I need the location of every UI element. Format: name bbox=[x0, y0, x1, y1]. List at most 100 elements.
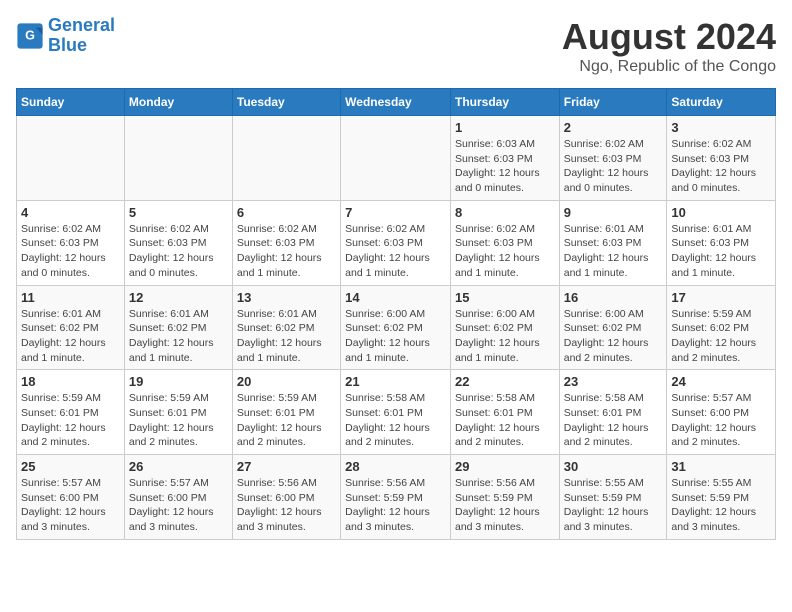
calendar-cell: 10 Sunrise: 6:01 AM Sunset: 6:03 PM Dayli… bbox=[667, 200, 776, 285]
col-header-saturday: Saturday bbox=[667, 89, 776, 116]
calendar-cell: 29 Sunrise: 5:56 AM Sunset: 5:59 PM Dayli… bbox=[450, 455, 559, 540]
day-number: 8 bbox=[455, 205, 555, 220]
day-info: Sunrise: 6:02 AM Sunset: 6:03 PM Dayligh… bbox=[237, 222, 336, 281]
calendar-cell bbox=[17, 116, 125, 201]
page-subtitle: Ngo, Republic of the Congo bbox=[562, 58, 776, 76]
day-number: 26 bbox=[129, 459, 228, 474]
logo-line1: General bbox=[48, 15, 115, 35]
day-info: Sunrise: 5:56 AM Sunset: 5:59 PM Dayligh… bbox=[345, 476, 446, 535]
day-number: 20 bbox=[237, 374, 336, 389]
day-number: 2 bbox=[564, 120, 663, 135]
day-info: Sunrise: 6:01 AM Sunset: 6:02 PM Dayligh… bbox=[237, 307, 336, 366]
day-number: 22 bbox=[455, 374, 555, 389]
day-number: 25 bbox=[21, 459, 120, 474]
calendar-cell: 23 Sunrise: 5:58 AM Sunset: 6:01 PM Dayli… bbox=[559, 370, 667, 455]
day-number: 30 bbox=[564, 459, 663, 474]
day-number: 28 bbox=[345, 459, 446, 474]
title-block: August 2024 Ngo, Republic of the Congo bbox=[562, 16, 776, 76]
day-number: 7 bbox=[345, 205, 446, 220]
calendar-cell bbox=[341, 116, 451, 201]
calendar-cell: 24Sunrise: 5:57 AM Sunset: 6:00 PM Dayli… bbox=[667, 370, 776, 455]
day-info: Sunrise: 6:03 AM Sunset: 6:03 PM Dayligh… bbox=[455, 137, 555, 196]
calendar-cell: 3 Sunrise: 6:02 AM Sunset: 6:03 PM Daylig… bbox=[667, 116, 776, 201]
calendar-cell: 25Sunrise: 5:57 AM Sunset: 6:00 PM Dayli… bbox=[17, 455, 125, 540]
day-info: Sunrise: 5:58 AM Sunset: 6:01 PM Dayligh… bbox=[455, 391, 555, 450]
day-info: Sunrise: 6:00 AM Sunset: 6:02 PM Dayligh… bbox=[455, 307, 555, 366]
day-number: 14 bbox=[345, 290, 446, 305]
calendar-cell: 18 Sunrise: 5:59 AM Sunset: 6:01 PM Dayli… bbox=[17, 370, 125, 455]
day-number: 17 bbox=[671, 290, 771, 305]
col-header-monday: Monday bbox=[124, 89, 232, 116]
page-header: G General Blue August 2024 Ngo, Republic… bbox=[16, 16, 776, 76]
day-number: 4 bbox=[21, 205, 120, 220]
day-info: Sunrise: 5:58 AM Sunset: 6:01 PM Dayligh… bbox=[345, 391, 446, 450]
calendar-cell: 26Sunrise: 5:57 AM Sunset: 6:00 PM Dayli… bbox=[124, 455, 232, 540]
calendar-body: 1 Sunrise: 6:03 AM Sunset: 6:03 PM Daylig… bbox=[17, 116, 776, 540]
calendar-cell: 17 Sunrise: 5:59 AM Sunset: 6:02 PM Dayli… bbox=[667, 285, 776, 370]
day-number: 27 bbox=[237, 459, 336, 474]
day-info: Sunrise: 6:02 AM Sunset: 6:03 PM Dayligh… bbox=[129, 222, 228, 281]
calendar-cell: 12 Sunrise: 6:01 AM Sunset: 6:02 PM Dayli… bbox=[124, 285, 232, 370]
day-info: Sunrise: 5:59 AM Sunset: 6:02 PM Dayligh… bbox=[671, 307, 771, 366]
day-info: Sunrise: 6:01 AM Sunset: 6:02 PM Dayligh… bbox=[21, 307, 120, 366]
logo-icon: G bbox=[16, 22, 44, 50]
day-info: Sunrise: 6:01 AM Sunset: 6:03 PM Dayligh… bbox=[671, 222, 771, 281]
day-number: 31 bbox=[671, 459, 771, 474]
day-number: 13 bbox=[237, 290, 336, 305]
day-info: Sunrise: 6:02 AM Sunset: 6:03 PM Dayligh… bbox=[564, 137, 663, 196]
day-number: 11 bbox=[21, 290, 120, 305]
day-number: 3 bbox=[671, 120, 771, 135]
calendar-cell: 7 Sunrise: 6:02 AM Sunset: 6:03 PM Daylig… bbox=[341, 200, 451, 285]
calendar-cell: 28 Sunrise: 5:56 AM Sunset: 5:59 PM Dayli… bbox=[341, 455, 451, 540]
page-title: August 2024 bbox=[562, 16, 776, 58]
day-number: 21 bbox=[345, 374, 446, 389]
calendar-cell bbox=[124, 116, 232, 201]
day-info: Sunrise: 6:02 AM Sunset: 6:03 PM Dayligh… bbox=[671, 137, 771, 196]
calendar-cell: 11 Sunrise: 6:01 AM Sunset: 6:02 PM Dayli… bbox=[17, 285, 125, 370]
day-info: Sunrise: 6:00 AM Sunset: 6:02 PM Dayligh… bbox=[345, 307, 446, 366]
day-info: Sunrise: 5:56 AM Sunset: 6:00 PM Dayligh… bbox=[237, 476, 336, 535]
day-number: 9 bbox=[564, 205, 663, 220]
day-number: 29 bbox=[455, 459, 555, 474]
col-header-friday: Friday bbox=[559, 89, 667, 116]
day-info: Sunrise: 6:01 AM Sunset: 6:02 PM Dayligh… bbox=[129, 307, 228, 366]
calendar-cell: 15 Sunrise: 6:00 AM Sunset: 6:02 PM Dayli… bbox=[450, 285, 559, 370]
calendar-cell: 6Sunrise: 6:02 AM Sunset: 6:03 PM Daylig… bbox=[232, 200, 340, 285]
day-number: 5 bbox=[129, 205, 228, 220]
day-number: 24 bbox=[671, 374, 771, 389]
day-number: 18 bbox=[21, 374, 120, 389]
day-info: Sunrise: 6:02 AM Sunset: 6:03 PM Dayligh… bbox=[455, 222, 555, 281]
day-number: 23 bbox=[564, 374, 663, 389]
calendar-cell: 21 Sunrise: 5:58 AM Sunset: 6:01 PM Dayli… bbox=[341, 370, 451, 455]
calendar-cell: 4Sunrise: 6:02 AM Sunset: 6:03 PM Daylig… bbox=[17, 200, 125, 285]
day-info: Sunrise: 5:58 AM Sunset: 6:01 PM Dayligh… bbox=[564, 391, 663, 450]
col-header-tuesday: Tuesday bbox=[232, 89, 340, 116]
day-number: 19 bbox=[129, 374, 228, 389]
col-header-thursday: Thursday bbox=[450, 89, 559, 116]
calendar-cell: 9 Sunrise: 6:01 AM Sunset: 6:03 PM Daylig… bbox=[559, 200, 667, 285]
day-info: Sunrise: 5:56 AM Sunset: 5:59 PM Dayligh… bbox=[455, 476, 555, 535]
calendar-cell: 19Sunrise: 5:59 AM Sunset: 6:01 PM Dayli… bbox=[124, 370, 232, 455]
day-info: Sunrise: 6:00 AM Sunset: 6:02 PM Dayligh… bbox=[564, 307, 663, 366]
day-info: Sunrise: 5:55 AM Sunset: 5:59 PM Dayligh… bbox=[564, 476, 663, 535]
day-info: Sunrise: 6:01 AM Sunset: 6:03 PM Dayligh… bbox=[564, 222, 663, 281]
calendar-header: SundayMondayTuesdayWednesdayThursdayFrid… bbox=[17, 89, 776, 116]
col-header-wednesday: Wednesday bbox=[341, 89, 451, 116]
day-number: 15 bbox=[455, 290, 555, 305]
calendar-cell: 5 Sunrise: 6:02 AM Sunset: 6:03 PM Daylig… bbox=[124, 200, 232, 285]
calendar-cell: 31Sunrise: 5:55 AM Sunset: 5:59 PM Dayli… bbox=[667, 455, 776, 540]
calendar-cell: 8 Sunrise: 6:02 AM Sunset: 6:03 PM Daylig… bbox=[450, 200, 559, 285]
logo: G General Blue bbox=[16, 16, 115, 56]
calendar-cell: 14 Sunrise: 6:00 AM Sunset: 6:02 PM Dayli… bbox=[341, 285, 451, 370]
day-number: 12 bbox=[129, 290, 228, 305]
calendar-cell: 27 Sunrise: 5:56 AM Sunset: 6:00 PM Dayli… bbox=[232, 455, 340, 540]
day-number: 1 bbox=[455, 120, 555, 135]
day-info: Sunrise: 6:02 AM Sunset: 6:03 PM Dayligh… bbox=[345, 222, 446, 281]
calendar-cell: 16Sunrise: 6:00 AM Sunset: 6:02 PM Dayli… bbox=[559, 285, 667, 370]
col-header-sunday: Sunday bbox=[17, 89, 125, 116]
calendar-cell: 22 Sunrise: 5:58 AM Sunset: 6:01 PM Dayli… bbox=[450, 370, 559, 455]
day-number: 10 bbox=[671, 205, 771, 220]
day-info: Sunrise: 5:59 AM Sunset: 6:01 PM Dayligh… bbox=[21, 391, 120, 450]
calendar-cell: 1 Sunrise: 6:03 AM Sunset: 6:03 PM Daylig… bbox=[450, 116, 559, 201]
logo-line2: Blue bbox=[48, 35, 87, 55]
